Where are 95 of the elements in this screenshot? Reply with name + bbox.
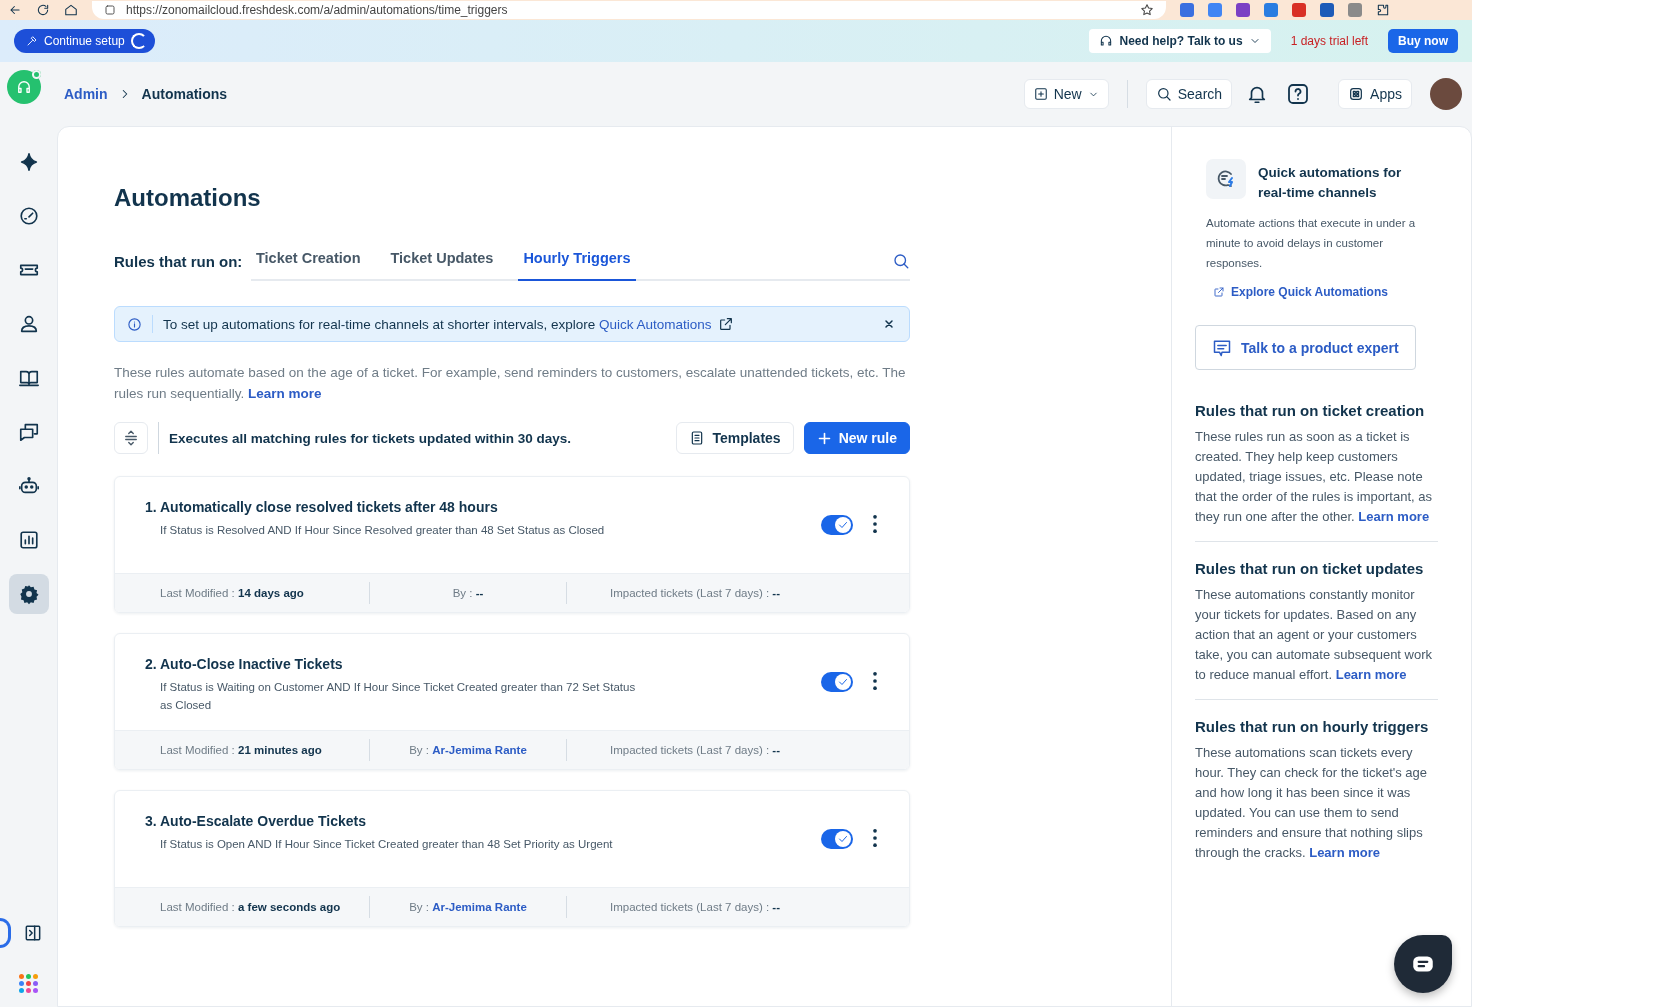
back-icon	[8, 3, 22, 17]
impacted-tickets-text: Impacted tickets (Last 7 days) : --	[609, 587, 781, 599]
modified-by-text: By : Ar-Jemima Rante	[408, 901, 528, 913]
rule-toggle[interactable]	[821, 829, 853, 849]
info-text: To set up automations for real-time channels at shorter intervals, explore Quick Automations	[163, 316, 734, 332]
last-modified-text: Last Modified : 14 days ago	[160, 587, 305, 599]
tab[interactable]: Hourly Triggers	[518, 250, 636, 281]
buy-now-button[interactable]: Buy now	[1388, 29, 1458, 53]
site-info-icon	[104, 4, 116, 16]
tools-icon	[26, 35, 38, 47]
modified-by-text: By : Ar-Jemima Rante	[408, 744, 528, 756]
explore-quick-automations-link[interactable]: Explore Quick Automations	[1213, 285, 1388, 299]
rule-condition: If Status is Open AND If Hour Since Ticket Created greater than 48 Set Priority as Urgent	[160, 837, 614, 852]
rule-title[interactable]: Automatically close resolved tickets after 48 hours	[160, 499, 640, 515]
rule-number: 1.	[145, 499, 158, 515]
gauge-icon	[17, 205, 40, 227]
impacted-tickets-text: Impacted tickets (Last 7 days) : --	[609, 901, 781, 913]
check-icon	[837, 833, 849, 845]
avatar[interactable]	[1430, 78, 1462, 110]
last-modified-text: Last Modified : 21 minutes ago	[160, 744, 323, 756]
search-icon	[1155, 86, 1172, 102]
kebab-icon	[873, 829, 877, 847]
question-icon	[1286, 82, 1311, 106]
more-options-button[interactable]	[871, 513, 879, 535]
breadcrumb-current: Automations	[141, 86, 228, 102]
section-title: Rules that run on ticket updates	[1195, 560, 1425, 577]
puzzle-icon	[1376, 3, 1390, 17]
more-options-button[interactable]	[871, 670, 879, 692]
panel-icon	[23, 923, 43, 943]
url-text: https://zonomailcloud.freshdesk.com/a/admin/automations/time_triggers	[126, 3, 508, 17]
reload-icon	[36, 3, 50, 17]
help-button[interactable]: Need help? Talk to us	[1089, 29, 1271, 53]
new-rule-button[interactable]: New rule	[803, 422, 910, 454]
learn-more-link[interactable]: Learn more	[1309, 845, 1380, 860]
rule-toggle[interactable]	[821, 515, 853, 535]
impacted-tickets-text: Impacted tickets (Last 7 days) : --	[609, 744, 781, 756]
tabs-label: Rules that run on:	[114, 253, 244, 272]
external-link-icon	[717, 316, 734, 332]
section-title: Rules that run on ticket creation	[1195, 402, 1426, 419]
external-link-icon	[1213, 286, 1225, 298]
page-title: Automations	[114, 184, 262, 212]
address-bar[interactable]: https://zonomailcloud.freshdesk.com/a/admin/automations/time_triggers	[92, 1, 1166, 19]
home-icon	[64, 3, 78, 17]
section-text: These automations constantly monitor your tickets for updates. Based on any action that an agent or your customers take, you can automate subsequent work to reduce manual effort. Learn more	[1195, 586, 1434, 684]
search-button[interactable]: Search	[1145, 79, 1233, 109]
rule-number: 2.	[145, 656, 158, 672]
rule-title[interactable]: Auto-Close Inactive Tickets	[160, 656, 640, 672]
star-icon	[1140, 3, 1154, 17]
talk-to-expert-button[interactable]: Talk to a product expert	[1195, 325, 1416, 370]
learn-more-link[interactable]: Learn more	[1358, 509, 1430, 524]
rule-title[interactable]: Auto-Escalate Overdue Tickets	[160, 813, 640, 829]
learn-more-link[interactable]: Learn more	[248, 386, 322, 401]
description-text: These rules automate based on the age of a ticket. For example, send reminders to customers, escalate unattended tickets, etc. The rules run sequentially. Learn more	[114, 364, 907, 403]
report-icon	[17, 529, 40, 551]
section-text: These rules run as soon as a ticket is created. They help keep customers updated, triage issues, etc. Please note that the order of the rules is important, as they run one after the other. Learn more	[1195, 428, 1433, 526]
tab[interactable]: Ticket Updates	[385, 250, 499, 281]
apps-grid-icon[interactable]	[19, 974, 38, 993]
check-icon	[837, 519, 849, 531]
toolbar-info-text: Executes all matching rules for tickets updated within 30 days.	[169, 430, 572, 446]
trial-notice: 1 days trial left	[1290, 34, 1368, 48]
progress-ring-icon	[130, 33, 147, 49]
chat-icon	[17, 421, 40, 443]
new-button[interactable]: New	[1023, 79, 1109, 109]
close-icon	[883, 318, 895, 330]
rule-toggle[interactable]	[821, 672, 853, 692]
tab[interactable]: Ticket Creation	[251, 250, 366, 281]
quick-automations-text: Automate actions that execute in under a minute to avoid delays in customer responses.	[1206, 216, 1417, 271]
apps-button[interactable]: Apps	[1338, 79, 1412, 109]
quick-automations-link[interactable]: Quick Automations	[599, 316, 734, 332]
kebab-icon	[873, 515, 877, 533]
learn-more-link[interactable]: Learn more	[1335, 667, 1407, 682]
apps-icon	[1348, 86, 1365, 102]
widget-icon[interactable]	[0, 918, 11, 948]
last-modified-text: Last Modified : a few seconds ago	[160, 901, 342, 913]
reorder-icon	[122, 429, 140, 447]
continue-setup-button[interactable]: Continue setup	[14, 29, 155, 53]
kebab-icon	[873, 672, 877, 690]
rule-number: 3.	[145, 813, 158, 829]
rule-condition: If Status is Waiting on Customer AND If Hour Since Ticket Created greater than 72 Set Status as Closed	[160, 680, 637, 713]
plus-square-icon	[1033, 87, 1048, 101]
headset-icon	[1099, 34, 1114, 48]
plus-icon	[816, 430, 832, 446]
info-icon	[127, 316, 142, 332]
rule-condition: If Status is Resolved AND If Hour Since Resolved greater than 48 Set Status as Closed	[160, 523, 606, 538]
quick-automations-title: Quick automations for real-time channels	[1258, 164, 1403, 202]
section-text: These automations scan tickets every hour. They can check for the ticket's age and how long it has been since it was updated. You can use them to send reminders and ensure that nothing slips through the cracks. Learn more	[1195, 744, 1429, 862]
section-title: Rules that run on hourly triggers	[1195, 718, 1430, 735]
check-icon	[837, 676, 849, 688]
reorder-button[interactable]	[114, 422, 148, 454]
more-options-button[interactable]	[871, 827, 879, 849]
sidebar-item[interactable]	[8, 574, 49, 614]
search-icon	[892, 252, 910, 270]
breadcrumb-link[interactable]: Admin	[64, 86, 108, 102]
templates-button[interactable]: Templates	[676, 422, 794, 454]
modified-by-text: By : --	[451, 587, 485, 599]
